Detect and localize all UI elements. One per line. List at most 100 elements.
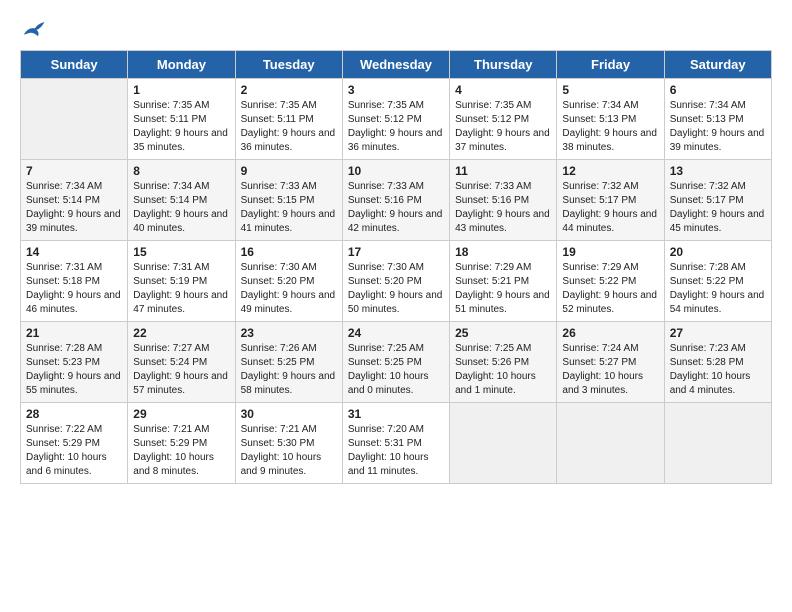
calendar-day-cell: 8Sunrise: 7:34 AM Sunset: 5:14 PM Daylig…: [128, 160, 235, 241]
calendar-day-cell: 12Sunrise: 7:32 AM Sunset: 5:17 PM Dayli…: [557, 160, 664, 241]
day-info: Sunrise: 7:35 AM Sunset: 5:12 PM Dayligh…: [348, 99, 444, 155]
day-info: Sunrise: 7:30 AM Sunset: 5:20 PM Dayligh…: [241, 261, 337, 317]
day-number: 24: [348, 326, 444, 340]
calendar-day-cell: 30 Sunrise: 7:21 AM Sunset: 5:30 PM Dayli…: [235, 403, 342, 484]
calendar-week-row: 21Sunrise: 7:28 AM Sunset: 5:23 PM Dayli…: [21, 322, 772, 403]
calendar-day-cell: 13Sunrise: 7:32 AM Sunset: 5:17 PM Dayli…: [664, 160, 771, 241]
day-of-week-header: Saturday: [664, 51, 771, 79]
calendar-day-cell: 7Sunrise: 7:34 AM Sunset: 5:14 PM Daylig…: [21, 160, 128, 241]
calendar-day-cell: [557, 403, 664, 484]
calendar-day-cell: 4Sunrise: 7:35 AM Sunset: 5:12 PM Daylig…: [450, 79, 557, 160]
calendar-day-cell: 31 Sunrise: 7:20 AM Sunset: 5:31 PM Dayli…: [342, 403, 449, 484]
day-info: Sunrise: 7:35 AM Sunset: 5:12 PM Dayligh…: [455, 99, 551, 155]
day-of-week-header: Sunday: [21, 51, 128, 79]
page-header: [20, 20, 772, 40]
day-info: Sunrise: 7:34 AM Sunset: 5:14 PM Dayligh…: [26, 180, 122, 236]
calendar-week-row: 28 Sunrise: 7:22 AM Sunset: 5:29 PM Dayli…: [21, 403, 772, 484]
day-info: Sunrise: 7:21 AM Sunset: 5:29 PM Dayligh…: [133, 423, 229, 479]
day-info: Sunrise: 7:34 AM Sunset: 5:13 PM Dayligh…: [562, 99, 658, 155]
day-number: 16: [241, 245, 337, 259]
calendar-day-cell: 28 Sunrise: 7:22 AM Sunset: 5:29 PM Dayli…: [21, 403, 128, 484]
logo-bird-icon: [22, 20, 46, 40]
day-number: 30: [241, 407, 337, 421]
day-info: Sunrise: 7:29 AM Sunset: 5:22 PM Dayligh…: [562, 261, 658, 317]
day-info: Sunrise: 7:29 AM Sunset: 5:21 PM Dayligh…: [455, 261, 551, 317]
calendar-day-cell: 25 Sunrise: 7:25 AM Sunset: 5:26 PM Dayli…: [450, 322, 557, 403]
calendar-body: 1 Sunrise: 7:35 AM Sunset: 5:11 PM Daylig…: [21, 79, 772, 484]
day-number: 6: [670, 83, 766, 97]
calendar-day-cell: [450, 403, 557, 484]
calendar-table: SundayMondayTuesdayWednesdayThursdayFrid…: [20, 50, 772, 484]
calendar-day-cell: 26 Sunrise: 7:24 AM Sunset: 5:27 PM Dayli…: [557, 322, 664, 403]
day-number: 9: [241, 164, 337, 178]
day-info: Sunrise: 7:21 AM Sunset: 5:30 PM Dayligh…: [241, 423, 337, 479]
calendar-day-cell: 5 Sunrise: 7:34 AM Sunset: 5:13 PM Daylig…: [557, 79, 664, 160]
day-info: Sunrise: 7:23 AM Sunset: 5:28 PM Dayligh…: [670, 342, 766, 398]
calendar-week-row: 14 Sunrise: 7:31 AM Sunset: 5:18 PM Dayli…: [21, 241, 772, 322]
day-info: Sunrise: 7:24 AM Sunset: 5:27 PM Dayligh…: [562, 342, 658, 398]
day-number: 10: [348, 164, 444, 178]
day-of-week-header: Thursday: [450, 51, 557, 79]
day-info: Sunrise: 7:33 AM Sunset: 5:16 PM Dayligh…: [348, 180, 444, 236]
day-info: Sunrise: 7:33 AM Sunset: 5:15 PM Dayligh…: [241, 180, 337, 236]
day-number: 12: [562, 164, 658, 178]
day-number: 28: [26, 407, 122, 421]
day-info: Sunrise: 7:31 AM Sunset: 5:19 PM Dayligh…: [133, 261, 229, 317]
day-number: 26: [562, 326, 658, 340]
day-number: 3: [348, 83, 444, 97]
day-info: Sunrise: 7:31 AM Sunset: 5:18 PM Dayligh…: [26, 261, 122, 317]
calendar-day-cell: 2Sunrise: 7:35 AM Sunset: 5:11 PM Daylig…: [235, 79, 342, 160]
calendar-day-cell: 27 Sunrise: 7:23 AM Sunset: 5:28 PM Dayli…: [664, 322, 771, 403]
day-number: 17: [348, 245, 444, 259]
days-of-week-row: SundayMondayTuesdayWednesdayThursdayFrid…: [21, 51, 772, 79]
calendar-day-cell: 15 Sunrise: 7:31 AM Sunset: 5:19 PM Dayli…: [128, 241, 235, 322]
calendar-week-row: 1 Sunrise: 7:35 AM Sunset: 5:11 PM Daylig…: [21, 79, 772, 160]
calendar-day-cell: 10 Sunrise: 7:33 AM Sunset: 5:16 PM Dayli…: [342, 160, 449, 241]
day-info: Sunrise: 7:33 AM Sunset: 5:16 PM Dayligh…: [455, 180, 551, 236]
calendar-day-cell: 18 Sunrise: 7:29 AM Sunset: 5:21 PM Dayli…: [450, 241, 557, 322]
calendar-day-cell: 17 Sunrise: 7:30 AM Sunset: 5:20 PM Dayli…: [342, 241, 449, 322]
day-number: 18: [455, 245, 551, 259]
day-number: 1: [133, 83, 229, 97]
calendar-day-cell: 1 Sunrise: 7:35 AM Sunset: 5:11 PM Daylig…: [128, 79, 235, 160]
day-of-week-header: Tuesday: [235, 51, 342, 79]
calendar-day-cell: 11 Sunrise: 7:33 AM Sunset: 5:16 PM Dayli…: [450, 160, 557, 241]
day-number: 25: [455, 326, 551, 340]
day-info: Sunrise: 7:22 AM Sunset: 5:29 PM Dayligh…: [26, 423, 122, 479]
calendar-day-cell: 14 Sunrise: 7:31 AM Sunset: 5:18 PM Dayli…: [21, 241, 128, 322]
day-info: Sunrise: 7:32 AM Sunset: 5:17 PM Dayligh…: [670, 180, 766, 236]
logo: [20, 20, 46, 40]
calendar-day-cell: 21Sunrise: 7:28 AM Sunset: 5:23 PM Dayli…: [21, 322, 128, 403]
day-number: 15: [133, 245, 229, 259]
calendar-day-cell: 6 Sunrise: 7:34 AM Sunset: 5:13 PM Daylig…: [664, 79, 771, 160]
day-number: 31: [348, 407, 444, 421]
day-info: Sunrise: 7:20 AM Sunset: 5:31 PM Dayligh…: [348, 423, 444, 479]
day-info: Sunrise: 7:35 AM Sunset: 5:11 PM Dayligh…: [133, 99, 229, 155]
calendar-day-cell: 9 Sunrise: 7:33 AM Sunset: 5:15 PM Daylig…: [235, 160, 342, 241]
calendar-day-cell: 20Sunrise: 7:28 AM Sunset: 5:22 PM Dayli…: [664, 241, 771, 322]
calendar-day-cell: 29 Sunrise: 7:21 AM Sunset: 5:29 PM Dayli…: [128, 403, 235, 484]
day-number: 27: [670, 326, 766, 340]
day-info: Sunrise: 7:25 AM Sunset: 5:26 PM Dayligh…: [455, 342, 551, 398]
day-info: Sunrise: 7:30 AM Sunset: 5:20 PM Dayligh…: [348, 261, 444, 317]
calendar-day-cell: [21, 79, 128, 160]
day-info: Sunrise: 7:34 AM Sunset: 5:13 PM Dayligh…: [670, 99, 766, 155]
day-info: Sunrise: 7:34 AM Sunset: 5:14 PM Dayligh…: [133, 180, 229, 236]
day-info: Sunrise: 7:27 AM Sunset: 5:24 PM Dayligh…: [133, 342, 229, 398]
calendar-day-cell: 3 Sunrise: 7:35 AM Sunset: 5:12 PM Daylig…: [342, 79, 449, 160]
day-number: 22: [133, 326, 229, 340]
calendar-day-cell: [664, 403, 771, 484]
day-info: Sunrise: 7:25 AM Sunset: 5:25 PM Dayligh…: [348, 342, 444, 398]
day-info: Sunrise: 7:35 AM Sunset: 5:11 PM Dayligh…: [241, 99, 337, 155]
calendar-day-cell: 22 Sunrise: 7:27 AM Sunset: 5:24 PM Dayli…: [128, 322, 235, 403]
day-of-week-header: Friday: [557, 51, 664, 79]
day-info: Sunrise: 7:26 AM Sunset: 5:25 PM Dayligh…: [241, 342, 337, 398]
day-info: Sunrise: 7:28 AM Sunset: 5:23 PM Dayligh…: [26, 342, 122, 398]
day-number: 29: [133, 407, 229, 421]
day-number: 14: [26, 245, 122, 259]
day-number: 23: [241, 326, 337, 340]
day-of-week-header: Wednesday: [342, 51, 449, 79]
day-number: 5: [562, 83, 658, 97]
day-number: 11: [455, 164, 551, 178]
day-number: 19: [562, 245, 658, 259]
